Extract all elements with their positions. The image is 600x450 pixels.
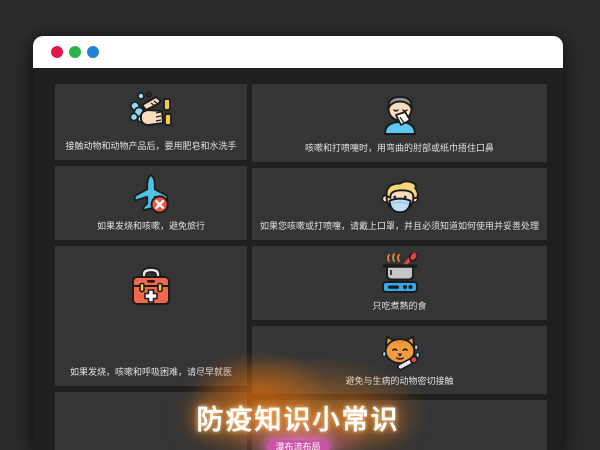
- card-cover-sneeze: 咳嗽和打喷嚏时，用弯曲的肘部或纸巾捂住口鼻: [252, 84, 547, 162]
- card-caption: 如果您咳嗽或打喷嚏，请戴上口罩，并且必须知道如何使用并妥善处理: [260, 220, 539, 232]
- card-wash-hands: 接触动物和动物产品后，要用肥皂和水洗手: [55, 84, 247, 160]
- sick-animal-icon: [377, 333, 423, 375]
- card-caption: 避免与生病的动物密切接触: [345, 375, 453, 387]
- masonry-column-right: 咳嗽和打喷嚏时，用弯曲的肘部或纸巾捂住口鼻 如果您咳嗽或打喷嚏，请: [252, 84, 547, 450]
- window-control-red-dot[interactable]: [51, 46, 63, 58]
- card-caption: 只吃煮熟的食: [372, 300, 426, 312]
- window-titlebar: [33, 36, 563, 68]
- card-first-aid: 如果发烧，咳嗽和呼吸困难，请尽早就医: [55, 246, 247, 386]
- page-content: 接触动物和动物产品后，要用肥皂和水洗手 如果发烧和咳嗽，避免旅行: [33, 68, 563, 450]
- card-sick-animal: 避免与生病的动物密切接触: [252, 326, 547, 394]
- layout-badge: 瀑布流布局: [267, 440, 328, 450]
- card-cooked-food: 只吃煮熟的食: [252, 246, 547, 320]
- cooked-food-icon: [377, 253, 423, 295]
- cover-mouth-sneeze-icon: [378, 91, 422, 135]
- card-caption: 接触动物和动物产品后，要用肥皂和水洗手: [65, 140, 236, 152]
- card-no-travel: 如果发烧和咳嗽，避免旅行: [55, 166, 247, 240]
- window-control-blue-dot[interactable]: [87, 46, 99, 58]
- no-travel-icon: [130, 173, 172, 215]
- masonry-column-left: 接触动物和动物产品后，要用肥皂和水洗手 如果发烧和咳嗽，避免旅行: [55, 84, 247, 450]
- card-caption: 咳嗽和打喷嚏时，用弯曲的肘部或纸巾捂住口鼻: [305, 142, 494, 154]
- window-control-green-dot[interactable]: [69, 46, 81, 58]
- browser-window: 接触动物和动物产品后，要用肥皂和水洗手 如果发烧和咳嗽，避免旅行: [33, 36, 563, 450]
- footer-overlay: 防疫知识小常识 瀑布流布局: [33, 398, 563, 450]
- wash-hands-icon: [128, 91, 174, 131]
- card-caption: 如果发烧，咳嗽和呼吸困难，请尽早就医: [70, 366, 232, 378]
- page-title: 防疫知识小常识: [33, 398, 563, 437]
- card-caption: 如果发烧和咳嗽，避免旅行: [97, 220, 205, 232]
- card-face-mask: 如果您咳嗽或打喷嚏，请戴上口罩，并且必须知道如何使用并妥善处理: [252, 168, 547, 240]
- face-mask-icon: [377, 175, 423, 217]
- first-aid-kit-icon: [128, 266, 174, 308]
